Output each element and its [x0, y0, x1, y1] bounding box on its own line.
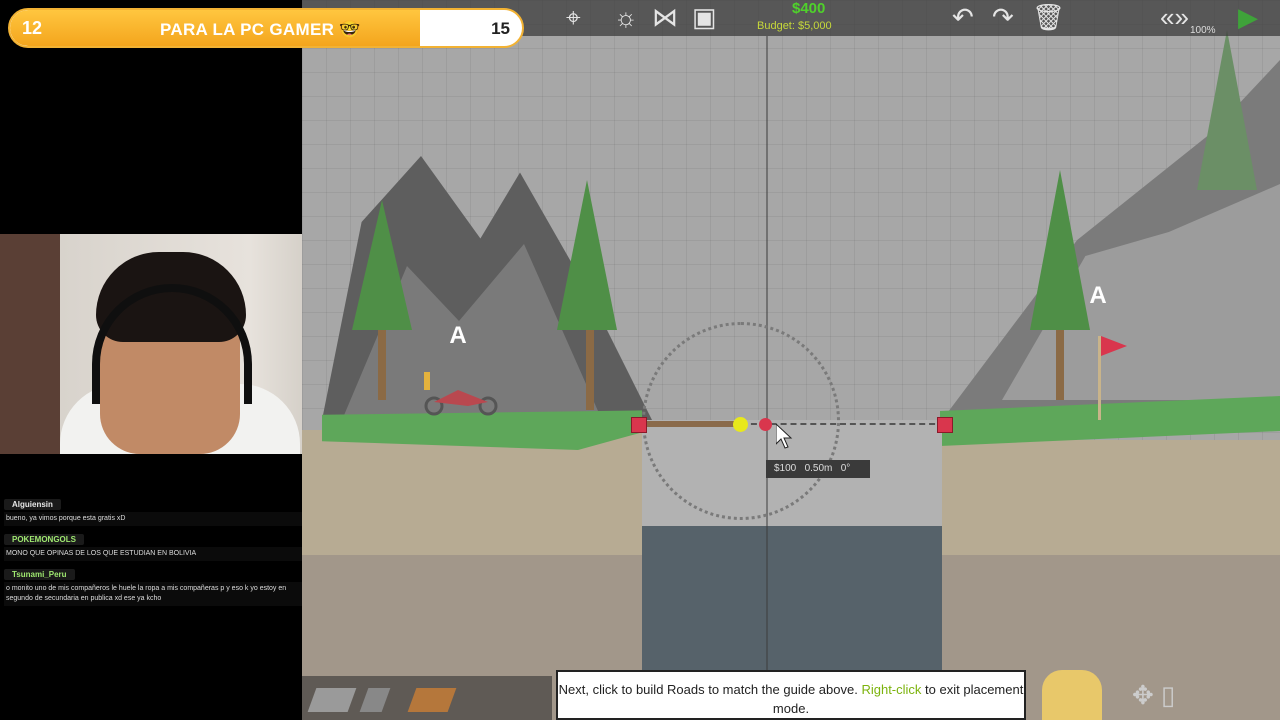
goal-end-value: 15 — [491, 19, 510, 38]
segment-tooltip: $100 0.50m 0° — [766, 460, 870, 478]
pine-tree — [352, 200, 412, 330]
guide-character-avatar — [1042, 670, 1102, 720]
camera-icon[interactable]: ▣ — [692, 4, 717, 30]
tooltip-length: 0.50m — [804, 463, 833, 474]
undo-icon[interactable]: ↶ — [952, 4, 974, 30]
binoculars-icon[interactable]: ⌖ — [566, 4, 581, 30]
hint-text: Next, click to build Roads to match the … — [558, 682, 858, 697]
tooltip-cost: $100 — [774, 463, 797, 474]
play-icon[interactable]: ▶ — [1238, 4, 1258, 30]
move-icon[interactable]: ✥ — [1132, 680, 1154, 710]
chat-text: bueno, ya vimos porque esta gratis xD — [4, 512, 302, 526]
current-cost: $400 — [792, 0, 826, 17]
pine-tree — [1197, 30, 1257, 190]
stream-goal-bar: 12 PARA LA PC GAMER 🤓 15 — [8, 8, 524, 48]
finish-flag-icon — [1101, 336, 1127, 356]
checkpoint-sign-a: A — [449, 322, 467, 349]
anchor-right[interactable] — [937, 417, 953, 433]
tree-trunk — [1056, 330, 1064, 400]
goal-start-value: 12 — [22, 18, 43, 38]
hint-highlight: Right-click — [861, 682, 922, 697]
chat-message: Tsunami_Peru o monito uno de mis compañe… — [4, 564, 302, 606]
phone-icon[interactable]: ▯ — [1161, 680, 1175, 710]
chat-username: POKEMONGOLS — [4, 534, 85, 545]
checkpoint-sign-a: A — [1089, 282, 1107, 309]
goal-title: PARA LA PC GAMER 🤓 — [160, 20, 361, 39]
joint-selected[interactable] — [733, 417, 748, 432]
tutorial-hint: Next, click to build Roads to match the … — [556, 670, 1026, 720]
chat-message: POKEMONGOLS MONO QUE OPINAS DE LOS QUE E… — [4, 529, 302, 561]
chat-username: Alguiensin — [4, 499, 61, 510]
chevrons-icon[interactable]: «» — [1160, 4, 1189, 30]
chat-message: Alguiensin bueno, ya vimos porque esta g… — [4, 494, 302, 526]
tree-trunk — [378, 330, 386, 400]
pine-tree — [557, 180, 617, 330]
bottom-right-tools: ✥ ▯ — [1132, 680, 1175, 711]
tooltip-angle: 0° — [840, 463, 851, 474]
pine-tree — [1030, 170, 1090, 330]
tree-trunk — [586, 330, 594, 410]
chat-panel: Alguiensin bueno, ya vimos porque esta g… — [4, 494, 302, 609]
chat-text: MONO QUE OPINAS DE LOS QUE ESTUDIAN EN B… — [4, 547, 302, 561]
budget-label: Budget: $5,000 — [757, 20, 832, 32]
joint-preview[interactable] — [759, 418, 772, 431]
zoom-level: 100% — [1190, 25, 1216, 36]
nodes-icon[interactable]: ⋈ — [652, 4, 678, 30]
road-segment[interactable] — [638, 421, 741, 427]
game-viewport[interactable]: A A $100 0.50m 0° ⌖ ☼ ⋈ ▣ $400 Budget: $… — [302, 0, 1280, 720]
motorcycle-vehicle — [418, 372, 498, 416]
webcam-feed — [0, 234, 322, 454]
chat-username: Tsunami_Peru — [4, 569, 75, 580]
trash-icon[interactable]: 🗑 — [1032, 4, 1065, 30]
anchor-left[interactable] — [631, 417, 647, 433]
chat-text: o monito uno de mis compañeros le huele … — [4, 582, 302, 606]
redo-icon[interactable]: ↷ — [992, 4, 1014, 30]
lightbulb-icon[interactable]: ☼ — [614, 4, 638, 30]
cursor-icon — [775, 422, 796, 455]
